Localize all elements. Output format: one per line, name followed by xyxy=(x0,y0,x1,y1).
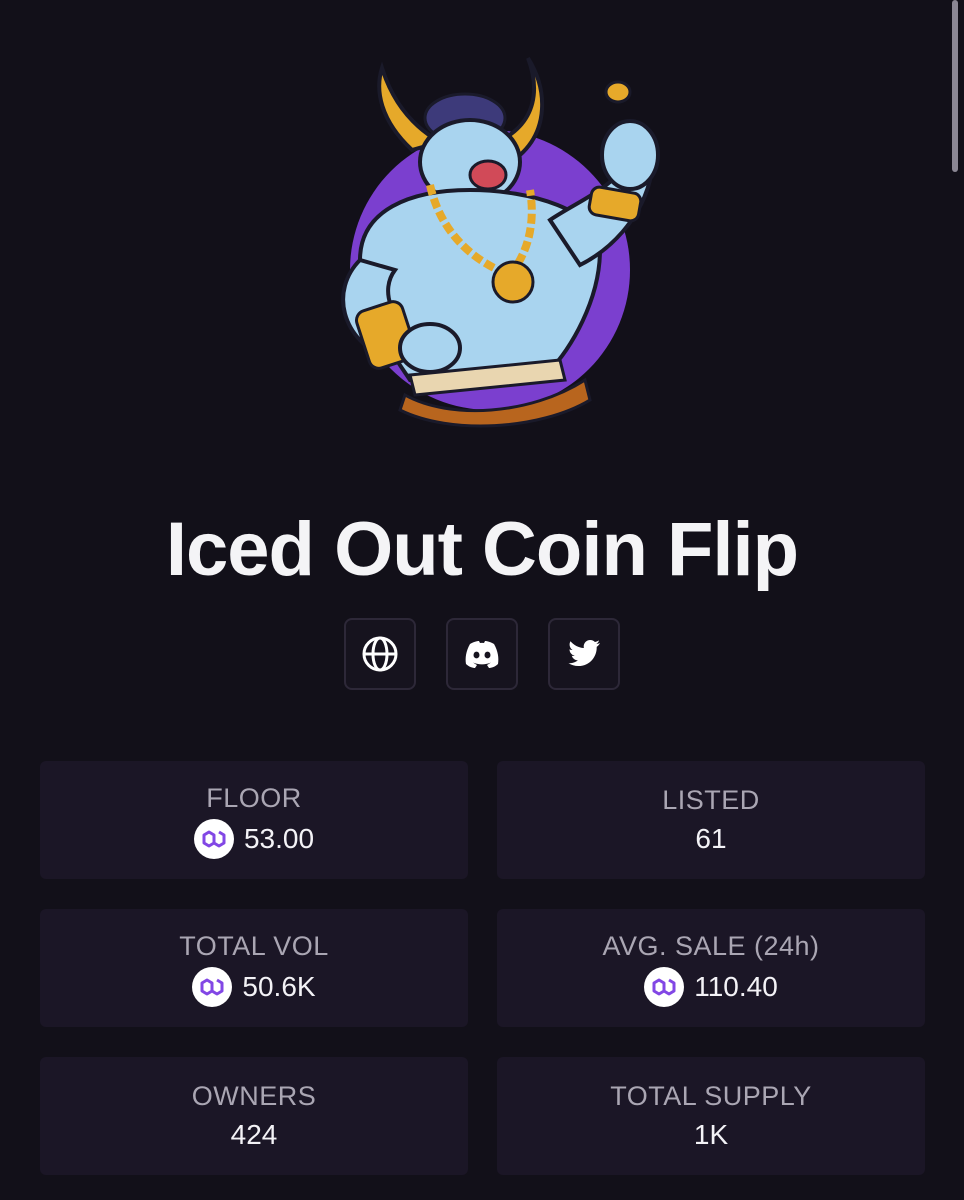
stat-value-row: 50.6K xyxy=(192,967,316,1007)
collection-title: Iced Out Coin Flip xyxy=(165,507,799,592)
stat-value-row: 424 xyxy=(231,1117,278,1153)
polygon-icon xyxy=(644,967,685,1007)
social-links xyxy=(0,618,964,690)
stat-value: 53.00 xyxy=(243,823,315,854)
stat-owners: OWNERS 424 xyxy=(40,1057,468,1175)
stat-value: 1K xyxy=(693,1119,729,1150)
website-button[interactable] xyxy=(344,618,416,690)
stat-value-row: 53.00 xyxy=(193,819,315,859)
stat-value: 424 xyxy=(230,1119,278,1150)
collection-page: Iced Out Coin Flip FLOOR 53.00 LISTED 61… xyxy=(0,0,964,1200)
stat-value-row: 110.40 xyxy=(644,967,778,1007)
twitter-icon xyxy=(568,640,600,666)
polygon-icon xyxy=(192,967,233,1007)
stat-label: LISTED xyxy=(662,785,760,815)
discord-button[interactable] xyxy=(446,618,518,690)
stat-label: FLOOR xyxy=(206,783,302,813)
polygon-icon xyxy=(193,819,234,859)
stat-value: 110.40 xyxy=(694,971,778,1002)
stats-grid: FLOOR 53.00 LISTED 61 TOTAL VOL 50.6K AV… xyxy=(40,761,925,1175)
stat-total-vol: TOTAL VOL 50.6K xyxy=(40,909,468,1027)
stat-listed: LISTED 61 xyxy=(497,761,925,879)
stat-label: TOTAL VOL xyxy=(179,931,329,961)
stat-label: TOTAL SUPPLY xyxy=(610,1081,812,1111)
bull-character-icon xyxy=(341,56,660,428)
stat-label: OWNERS xyxy=(191,1081,317,1111)
twitter-button[interactable] xyxy=(548,618,620,690)
stat-avg-sale: AVG. SALE (24h) 110.40 xyxy=(497,909,925,1027)
collection-avatar xyxy=(300,50,670,430)
stat-value: 50.6K xyxy=(242,971,316,1002)
stat-value-row: 1K xyxy=(694,1117,728,1153)
stat-value: 61 xyxy=(695,823,727,854)
globe-icon xyxy=(362,636,398,672)
discord-icon xyxy=(465,641,499,668)
scrollbar[interactable] xyxy=(952,0,958,172)
stat-value-row: 61 xyxy=(695,821,726,857)
stat-label: AVG. SALE (24h) xyxy=(602,931,820,961)
stat-floor: FLOOR 53.00 xyxy=(40,761,468,879)
stat-total-supply: TOTAL SUPPLY 1K xyxy=(497,1057,925,1175)
